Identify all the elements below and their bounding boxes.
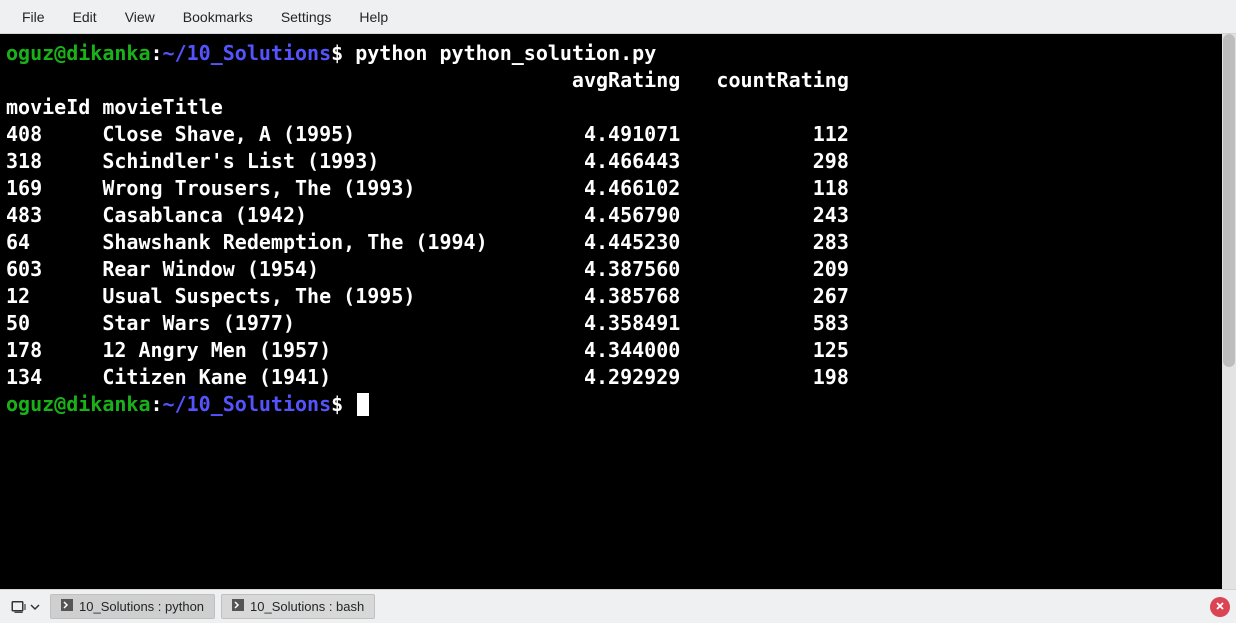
- close-button[interactable]: [1210, 597, 1230, 617]
- menu-view[interactable]: View: [111, 3, 169, 31]
- tab-label: 10_Solutions : bash: [250, 599, 364, 614]
- menu-file[interactable]: File: [8, 3, 59, 31]
- tab-label: 10_Solutions : python: [79, 599, 204, 614]
- menu-settings[interactable]: Settings: [267, 3, 346, 31]
- scrollbar[interactable]: [1222, 34, 1236, 589]
- terminal-container: oguz@dikanka:~/10_Solutions$ python pyth…: [0, 34, 1236, 589]
- terminal-prompt-icon: [232, 599, 244, 614]
- chevron-down-icon: [30, 602, 40, 612]
- menu-bar: File Edit View Bookmarks Settings Help: [0, 0, 1236, 34]
- terminal-prompt-icon: [61, 599, 73, 614]
- menu-help[interactable]: Help: [345, 3, 402, 31]
- scrollbar-thumb[interactable]: [1223, 34, 1235, 367]
- tab-python[interactable]: 10_Solutions : python: [50, 594, 215, 619]
- new-tab-icon: [10, 598, 28, 616]
- menu-bookmarks[interactable]: Bookmarks: [169, 3, 267, 31]
- terminal-output[interactable]: oguz@dikanka:~/10_Solutions$ python pyth…: [0, 34, 1222, 589]
- terminal-window: File Edit View Bookmarks Settings Help o…: [0, 0, 1236, 623]
- scrollbar-track[interactable]: [1222, 34, 1236, 589]
- close-icon: [1215, 600, 1225, 614]
- menu-edit[interactable]: Edit: [59, 3, 111, 31]
- tab-bash[interactable]: 10_Solutions : bash: [221, 594, 375, 619]
- new-tab-button[interactable]: [6, 596, 44, 618]
- bottom-bar: 10_Solutions : python 10_Solutions : bas…: [0, 589, 1236, 623]
